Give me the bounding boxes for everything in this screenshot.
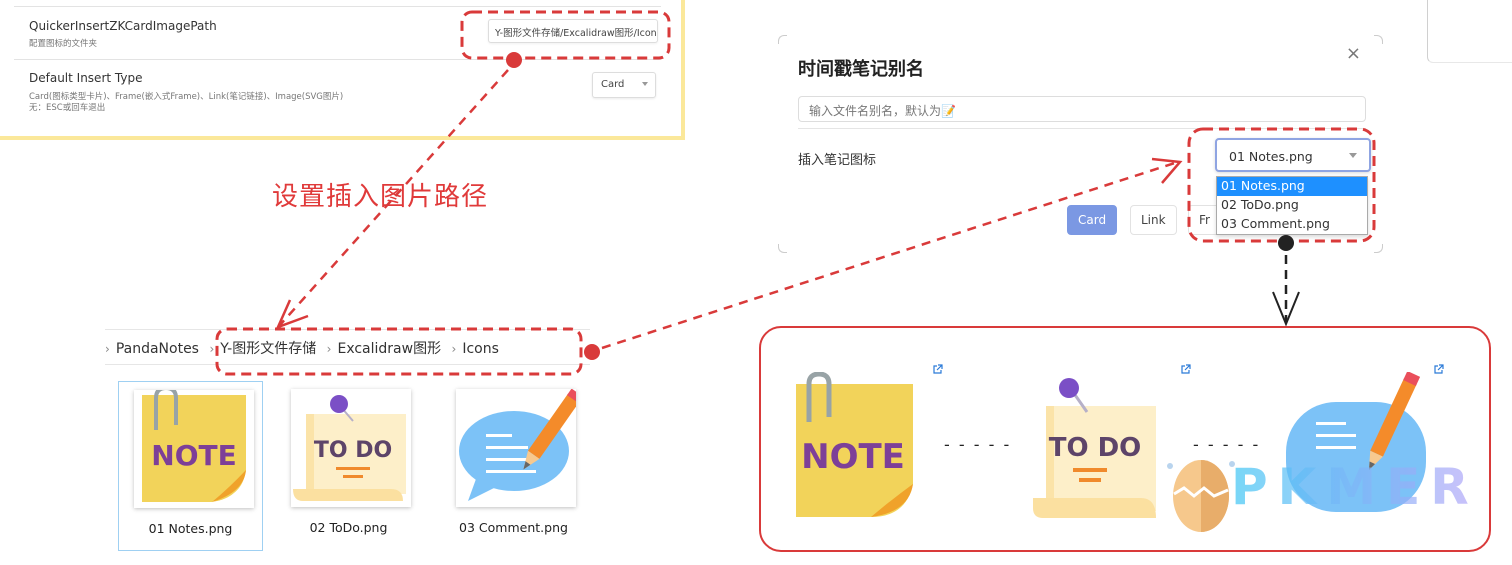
comment-icon — [456, 388, 584, 507]
svg-text:TO DO: TO DO — [1049, 433, 1142, 463]
dialog-corner — [1374, 244, 1383, 253]
chevron-right-icon: › — [105, 342, 110, 356]
file-name: 03 Comment.png — [459, 520, 568, 535]
insert-type-desc-line2: 无：ESC或回车退出 — [29, 103, 106, 113]
dialog-corner — [778, 244, 787, 253]
insert-type-select[interactable]: Card — [592, 72, 656, 98]
external-link-icon[interactable] — [933, 364, 943, 374]
dropdown-option[interactable]: 03 Comment.png — [1217, 215, 1367, 234]
svg-text:NOTE: NOTE — [151, 439, 236, 472]
todo-icon: TO DO — [291, 389, 411, 507]
breadcrumb-item[interactable]: PandaNotes — [116, 341, 199, 357]
chevron-down-icon — [1349, 153, 1357, 158]
settings-divider — [14, 6, 661, 7]
arrowhead — [275, 299, 309, 330]
callout-text: 设置插入图片路径 — [272, 182, 489, 212]
settings-divider — [14, 59, 661, 60]
image-path-setting-desc: 配置图标的文件夹 — [29, 39, 98, 49]
icon-dropdown: 01 Notes.png 02 ToDo.png 03 Comment.png — [1216, 176, 1368, 235]
file-name: 01 Notes.png — [148, 521, 233, 536]
breadcrumb-item[interactable]: Y-图形文件存储 — [220, 341, 316, 357]
chevron-right-icon: › — [326, 342, 332, 356]
icon-select[interactable]: 01 Notes.png — [1215, 138, 1371, 172]
image-path-input[interactable]: Y-图形文件存储/Excalidraw图形/Icons — [488, 19, 658, 43]
close-icon[interactable]: × — [1346, 43, 1361, 64]
pkmer-watermark: PKMER — [1231, 458, 1479, 516]
dialog-title: 时间戳笔记别名 — [798, 59, 924, 80]
insert-type-value: Card — [601, 79, 625, 90]
insert-type-setting-name: Default Insert Type — [29, 71, 143, 85]
chevron-right-icon: › — [209, 342, 215, 356]
external-link-icon[interactable] — [1181, 364, 1191, 374]
alias-input[interactable]: 输入文件名别名，默认为📝 — [798, 96, 1366, 122]
todo-icon[interactable]: TO DO — [1031, 378, 1181, 528]
note-icon[interactable]: NOTE — [791, 372, 921, 522]
chevron-down-icon — [642, 82, 648, 86]
pkmer-logo-icon — [1167, 460, 1235, 532]
breadcrumb-top-line — [105, 329, 590, 330]
dropdown-option[interactable]: 02 ToDo.png — [1217, 196, 1367, 215]
svg-text:TO DO: TO DO — [314, 438, 392, 463]
image-path-setting-name: QuickerInsertZKCardImagePath — [29, 19, 217, 33]
insert-icon-label: 插入笔记图标 — [798, 153, 877, 168]
alias-dialog: 时间戳笔记别名 × 输入文件名别名，默认为📝 插入笔记图标 Card Link … — [778, 35, 1383, 253]
dialog-corner — [1374, 35, 1383, 44]
window-fragment — [1427, 0, 1512, 63]
breadcrumb-bottom-line — [105, 364, 590, 365]
file-name: 02 ToDo.png — [309, 520, 388, 535]
settings-panel: QuickerInsertZKCardImagePath 配置图标的文件夹 Y-… — [0, 0, 685, 140]
note-icon: NOTE — [134, 385, 254, 508]
file-item[interactable]: TO DO 02 ToDo.png — [276, 381, 421, 551]
dropdown-option[interactable]: 01 Notes.png — [1217, 177, 1367, 196]
dialog-divider — [798, 128, 1366, 129]
breadcrumb: › PandaNotes › Y-图形文件存储 › Excalidraw图形 › Ico… — [105, 338, 499, 358]
chevron-right-icon: › — [451, 342, 457, 356]
breadcrumb-item[interactable]: Icons — [462, 341, 499, 357]
svg-text:NOTE: NOTE — [801, 437, 905, 477]
arrowhead — [1272, 291, 1300, 327]
breadcrumb-item[interactable]: Excalidraw图形 — [337, 341, 441, 357]
link-button[interactable]: Link — [1130, 205, 1177, 235]
card-button[interactable]: Card — [1067, 205, 1118, 235]
file-item[interactable]: NOTE 01 Notes.png — [118, 381, 263, 551]
connector-dot — [584, 344, 600, 360]
file-item[interactable]: 03 Comment.png — [441, 381, 586, 551]
connector-line: - - - - - — [944, 435, 1012, 454]
icon-select-value: 01 Notes.png — [1229, 149, 1313, 164]
preview-panel: NOTE - - - - - TO DO - - - - - PKMER — [759, 326, 1491, 552]
dialog-corner — [778, 35, 787, 44]
